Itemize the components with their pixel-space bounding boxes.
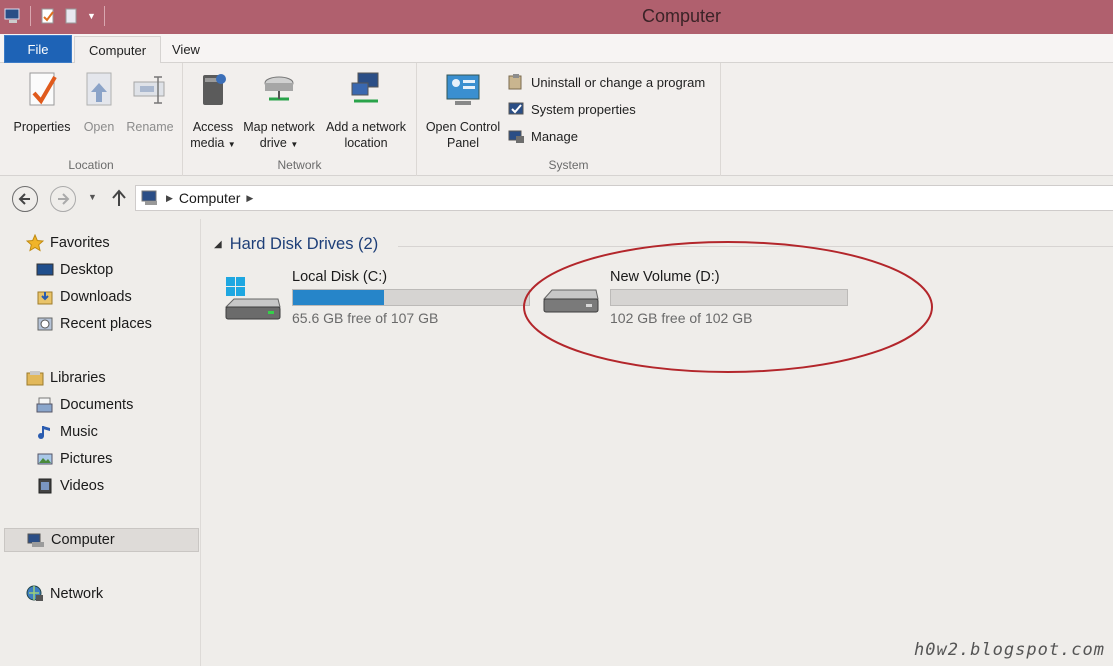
tab-view[interactable]: View: [158, 36, 214, 63]
window-title: Computer: [641, 6, 722, 26]
manage-icon: [508, 130, 524, 143]
group-label-location: Location: [68, 158, 114, 172]
dropdown-arrow-icon: ▼: [290, 140, 299, 149]
nav-favorites[interactable]: Favorites: [26, 231, 110, 255]
ribbon: Properties Open Rename Location Access m…: [0, 63, 1113, 176]
breadcrumb-chevron-icon[interactable]: ▶: [246, 193, 253, 204]
drive-name: Local Disk (C:): [292, 269, 388, 285]
recent-places-icon: [37, 317, 53, 331]
add-network-location-button[interactable]: Add a network location: [319, 69, 413, 151]
navigation-bar: ▼ ▶ Computer ▶: [0, 177, 1113, 219]
back-button[interactable]: [12, 186, 38, 212]
group-label-network: Network: [277, 158, 322, 172]
breadcrumb-chevron-icon[interactable]: ▶: [166, 193, 173, 204]
map-network-drive-button[interactable]: Map network drive ▼: [239, 69, 319, 153]
properties-button[interactable]: Properties: [8, 69, 76, 135]
navigation-pane: Favorites Desktop Downloads Recent place…: [0, 219, 201, 666]
nav-recent-places[interactable]: Recent places: [36, 312, 152, 336]
ribbon-tabs: File Computer View: [0, 34, 1113, 64]
drive-usage-fill: [293, 290, 385, 305]
file-list: ◢ Hard Disk Drives (2) Local Disk (C:) 6…: [202, 219, 1113, 666]
star-icon: [26, 234, 44, 252]
documents-icon: [36, 397, 53, 413]
group-location: Properties Open Rename Location: [0, 63, 183, 176]
computer-icon: [141, 190, 157, 205]
watermark: h0w2.blogspot.com: [914, 640, 1105, 660]
up-arrow-icon[interactable]: [111, 189, 127, 207]
uninstall-program-button[interactable]: Uninstall or change a program: [507, 71, 705, 93]
system-properties-icon: [508, 102, 524, 115]
manage-button[interactable]: Manage: [507, 125, 578, 147]
drive-free-space: 65.6 GB free of 107 GB: [292, 310, 439, 326]
videos-icon: [38, 478, 52, 494]
drive-item-c[interactable]: Local Disk (C:) 65.6 GB free of 107 GB: [222, 269, 532, 339]
windows-drive-icon: [224, 277, 281, 320]
nav-downloads[interactable]: Downloads: [36, 285, 132, 309]
forward-arrow-icon: [58, 193, 70, 205]
open-control-panel-button[interactable]: Open Control Panel: [421, 69, 505, 151]
media-server-icon: [203, 74, 226, 105]
dropdown-arrow-icon: ▼: [227, 140, 236, 149]
nav-network[interactable]: Network: [26, 582, 103, 606]
forward-button[interactable]: [50, 186, 76, 212]
nav-music[interactable]: Music: [36, 420, 98, 444]
music-icon: [38, 426, 50, 439]
annotation-ellipse: [523, 241, 933, 373]
group-network: Access media ▼ Map network drive ▼ Add a…: [183, 63, 417, 176]
title-bar: ▼ Computer: [0, 0, 1113, 34]
rename-button[interactable]: Rename: [122, 69, 178, 135]
network-drive-icon: [264, 76, 294, 101]
uninstall-icon: [508, 74, 522, 90]
computer-icon: [27, 533, 44, 547]
address-bar[interactable]: ▶ Computer ▶: [135, 185, 1113, 211]
tab-computer[interactable]: Computer: [74, 36, 162, 64]
network-location-icon: [351, 72, 379, 103]
open-button[interactable]: Open: [78, 69, 120, 135]
nav-documents[interactable]: Documents: [36, 393, 133, 417]
nav-libraries[interactable]: Libraries: [26, 366, 106, 390]
control-panel-icon: [446, 74, 480, 105]
pictures-icon: [37, 453, 53, 465]
recent-locations-dropdown-icon[interactable]: ▼: [88, 192, 97, 202]
nav-desktop[interactable]: Desktop: [36, 258, 113, 282]
nav-pictures[interactable]: Pictures: [36, 447, 112, 471]
rename-icon: [133, 76, 165, 104]
access-media-button[interactable]: Access media ▼: [187, 69, 239, 153]
desktop-icon: [36, 263, 54, 276]
tab-file[interactable]: File: [4, 35, 72, 63]
nav-computer[interactable]: Computer: [4, 528, 199, 552]
back-arrow-icon: [18, 193, 30, 205]
group-label-system: System: [548, 158, 589, 172]
drive-usage-bar: [292, 289, 530, 306]
breadcrumb-computer[interactable]: Computer: [179, 190, 240, 206]
group-header-hard-disk-drives[interactable]: ◢ Hard Disk Drives (2): [214, 235, 378, 254]
nav-videos[interactable]: Videos: [36, 474, 104, 498]
group-system: Open Control Panel Uninstall or change a…: [417, 63, 721, 176]
libraries-icon: [26, 371, 44, 386]
system-properties-button[interactable]: System properties: [507, 98, 636, 120]
properties-icon: [29, 72, 57, 106]
downloads-icon: [37, 291, 53, 305]
collapse-triangle-icon[interactable]: ◢: [214, 239, 222, 250]
network-globe-icon: [26, 585, 43, 601]
open-icon: [86, 72, 112, 106]
